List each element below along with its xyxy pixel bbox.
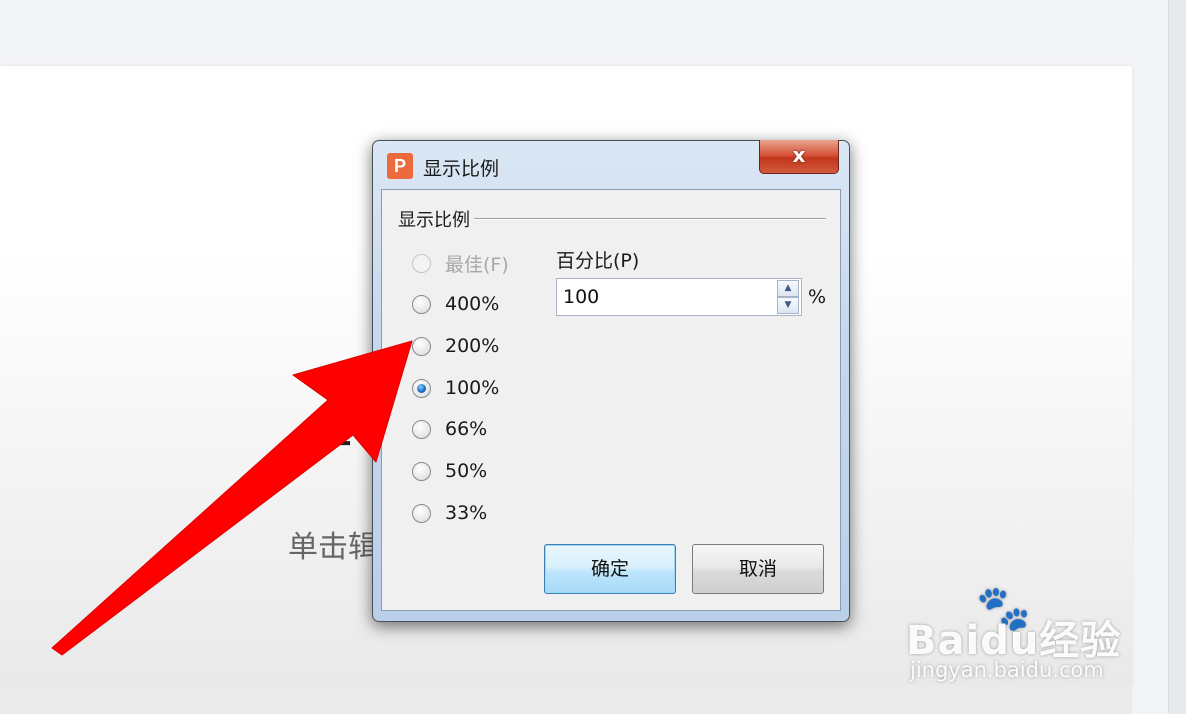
radio-button[interactable] bbox=[412, 419, 431, 439]
stepper-up-button[interactable]: ▲ bbox=[777, 280, 799, 297]
radio-100[interactable]: 100% bbox=[412, 373, 499, 403]
radio-200[interactable]: 200% bbox=[412, 331, 499, 361]
radio-label: 100% bbox=[445, 377, 500, 399]
dialog-titlebar[interactable]: P 显示比例 x bbox=[373, 140, 849, 189]
percent-input[interactable] bbox=[557, 279, 775, 315]
dialog-title: 显示比例 bbox=[423, 158, 500, 180]
baidu-watermark: 🐾 Baidu经验 jingyan.baidu.com bbox=[906, 582, 1136, 692]
radio-50[interactable]: 50% bbox=[412, 456, 487, 486]
zoom-group-label: 显示比例 bbox=[398, 206, 474, 232]
radio-button[interactable] bbox=[412, 461, 431, 481]
watermark-url: jingyan.baidu.com bbox=[910, 658, 1104, 682]
radio-label: 50% bbox=[445, 460, 488, 482]
radio-best-fit[interactable]: 最佳(F) bbox=[412, 248, 509, 278]
radio-label: 33% bbox=[445, 502, 488, 524]
radio-label: 400% bbox=[445, 293, 500, 315]
radio-button[interactable] bbox=[412, 253, 431, 273]
ok-button[interactable]: 确定 bbox=[544, 544, 676, 594]
chevron-down-icon: ▼ bbox=[784, 300, 792, 310]
radio-button[interactable] bbox=[412, 294, 431, 314]
cancel-button[interactable]: 取消 bbox=[692, 544, 824, 594]
slide-subtitle-fragment: 单击辑 bbox=[288, 530, 378, 565]
percent-label: 百分比(P) bbox=[556, 250, 640, 272]
radio-66[interactable]: 66% bbox=[412, 414, 487, 444]
wps-presentation-icon: P bbox=[387, 153, 413, 179]
radio-button[interactable] bbox=[412, 336, 431, 356]
percent-stepper: ▲ ▼ bbox=[556, 278, 802, 316]
dialog-body: 显示比例 最佳(F) 400% 200% 100% 66% 50% 33% 百分… bbox=[381, 189, 841, 611]
percent-unit: % bbox=[808, 286, 827, 308]
close-icon: x bbox=[792, 143, 806, 167]
close-button[interactable]: x bbox=[759, 140, 839, 174]
scrollbar-track[interactable] bbox=[1168, 0, 1186, 714]
radio-button-selected[interactable] bbox=[412, 378, 431, 398]
radio-33[interactable]: 33% bbox=[412, 498, 487, 528]
radio-400[interactable]: 400% bbox=[412, 289, 499, 319]
radio-label: 200% bbox=[445, 335, 500, 357]
zoom-dialog: P 显示比例 x 显示比例 最佳(F) 400% 200% 100% 66% 5… bbox=[372, 140, 850, 622]
chevron-up-icon: ▲ bbox=[784, 283, 792, 293]
stepper-down-button[interactable]: ▼ bbox=[777, 297, 799, 314]
radio-button[interactable] bbox=[412, 503, 431, 523]
radio-label: 最佳(F) bbox=[445, 253, 509, 276]
radio-label: 66% bbox=[445, 418, 488, 440]
